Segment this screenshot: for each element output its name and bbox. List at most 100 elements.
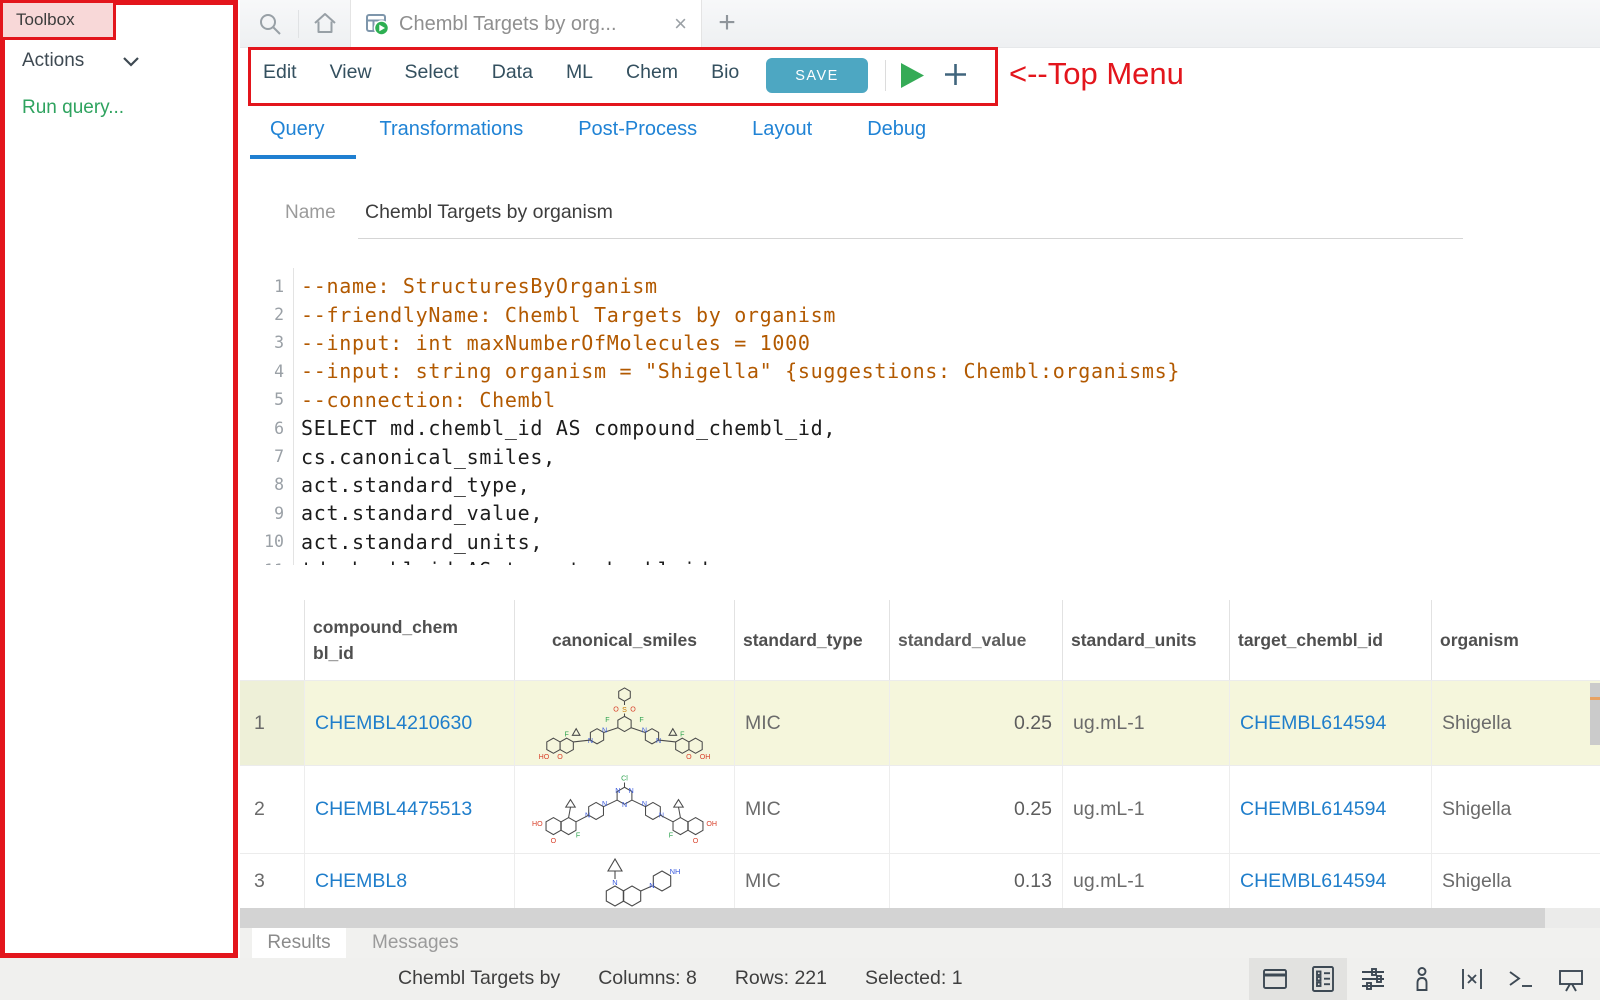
line-number: 9	[240, 504, 292, 523]
target-link[interactable]: CHEMBL614594	[1240, 870, 1386, 893]
svg-text:OH: OH	[706, 820, 717, 828]
active-tab-indicator	[250, 155, 356, 159]
column-header-target[interactable]: target_chembl_id	[1230, 600, 1432, 680]
svg-text:F: F	[576, 831, 581, 839]
status-summary: Chembl Targets by Columns: 8 Rows: 221 S…	[398, 967, 963, 990]
document-tab-strip: Chembl Targets by org... × +	[240, 0, 1600, 48]
column-header-smiles[interactable]: canonical_smiles	[515, 600, 735, 680]
actions-section-header[interactable]: Actions	[22, 50, 140, 72]
compound-link[interactable]: CHEMBL4475513	[315, 798, 472, 821]
molecule-cell: N N NH	[515, 854, 735, 908]
toolbox-panel: Actions Run query...	[0, 0, 240, 958]
add-plus-button[interactable]	[941, 60, 970, 89]
code-text: --friendlyName: Chembl Targets by organi…	[292, 303, 836, 327]
status-table-name: Chembl Targets by	[398, 967, 560, 990]
column-header-type[interactable]: standard_type	[735, 600, 890, 680]
code-text: act.standard_type,	[292, 473, 530, 497]
save-button[interactable]: SAVE	[766, 58, 868, 93]
top-menu-bar: Edit View Select Data ML Chem Bio	[263, 61, 739, 84]
line-number: 7	[240, 447, 292, 466]
svg-text:OH: OH	[700, 753, 711, 761]
current-row-scroll-marker	[1590, 697, 1600, 700]
compound-link[interactable]: CHEMBL4210630	[315, 712, 472, 735]
console-icon[interactable]	[1506, 964, 1536, 994]
table-row[interactable]: 1 CHEMBL4210630 S O O F F NN NN	[240, 680, 1600, 765]
column-header-value[interactable]: standard_value	[890, 600, 1063, 680]
svg-text:N: N	[649, 881, 654, 890]
menu-view[interactable]: View	[330, 61, 372, 84]
chevron-down-icon	[122, 55, 140, 68]
sql-code-editor[interactable]: 1--name: StructuresByOrganism 2--friendl…	[240, 272, 1580, 565]
standard-type-cell: MIC	[735, 766, 890, 853]
code-text: SELECT md.chembl_id AS compound_chembl_i…	[292, 416, 836, 440]
column-header-units[interactable]: standard_units	[1063, 600, 1230, 680]
tab-layout[interactable]: Layout	[752, 118, 812, 141]
menu-data[interactable]: Data	[492, 61, 533, 84]
table-row[interactable]: 2 CHEMBL4475513 Cl NNN NN NN	[240, 765, 1600, 853]
svg-text:N: N	[629, 786, 634, 794]
run-play-button[interactable]	[899, 61, 926, 90]
column-header-compound[interactable]: compound_chembl_id	[305, 600, 515, 680]
svg-text:F: F	[639, 716, 644, 724]
tab-post-process[interactable]: Post-Process	[578, 118, 697, 141]
tab-close-icon[interactable]: ×	[674, 11, 687, 37]
tab-debug[interactable]: Debug	[867, 118, 926, 141]
standard-value-cell: 0.13	[890, 854, 1063, 908]
target-link[interactable]: CHEMBL614594	[1240, 798, 1386, 821]
tab-messages[interactable]: Messages	[358, 928, 473, 958]
status-bar: Chembl Targets by Columns: 8 Rows: 221 S…	[0, 958, 1600, 1000]
line-number: 5	[240, 390, 292, 409]
horizontal-scrollbar[interactable]	[240, 908, 1600, 928]
code-text: --input: string organism = "Shigella" {s…	[292, 359, 1180, 383]
vertical-scrollbar-thumb[interactable]	[1590, 683, 1600, 745]
svg-text:O: O	[613, 706, 619, 714]
target-link[interactable]: CHEMBL614594	[1240, 712, 1386, 735]
svg-text:N: N	[602, 726, 607, 734]
help-person-icon[interactable]	[1408, 964, 1438, 994]
organism-cell: Shigella	[1432, 766, 1600, 853]
menu-chem[interactable]: Chem	[626, 61, 678, 84]
variables-icon[interactable]	[1458, 964, 1488, 994]
status-columns-count: Columns: 8	[598, 967, 697, 990]
tab-transformations[interactable]: Transformations	[379, 118, 523, 141]
tab-results[interactable]: Results	[252, 928, 346, 958]
code-line: 8act.standard_type,	[240, 471, 1580, 499]
menu-bio[interactable]: Bio	[711, 61, 739, 84]
menu-edit[interactable]: Edit	[263, 61, 297, 84]
tab-chembl-targets[interactable]: Chembl Targets by org... ×	[350, 0, 702, 48]
tab-query[interactable]: Query	[270, 118, 324, 141]
top-menu-annotation-label: <--Top Menu	[1009, 56, 1184, 92]
presentation-icon[interactable]	[1556, 964, 1586, 994]
svg-text:N: N	[642, 726, 647, 734]
code-text: cs.canonical_smiles,	[292, 445, 556, 469]
compound-link[interactable]: CHEMBL8	[315, 870, 407, 893]
svg-text:O: O	[557, 753, 563, 761]
code-line: 7cs.canonical_smiles,	[240, 442, 1580, 470]
svg-text:N: N	[602, 800, 607, 808]
table-row[interactable]: 3 CHEMBL8 N N NH MIC 0.13 ug.mL-1 CHEMBL…	[240, 853, 1600, 908]
code-line: 10act.standard_units,	[240, 528, 1580, 556]
tab-title: Chembl Targets by org...	[399, 13, 617, 36]
svg-text:Cl: Cl	[621, 774, 628, 782]
status-selected-count: Selected: 1	[865, 967, 963, 990]
column-header-organism[interactable]: organism	[1432, 600, 1600, 680]
standard-value-cell: 0.25	[890, 766, 1063, 853]
line-number: 3	[240, 333, 292, 352]
status-rows-count: Rows: 221	[735, 967, 827, 990]
menu-select[interactable]: Select	[405, 61, 459, 84]
menu-ml[interactable]: ML	[566, 61, 593, 84]
properties-panel-icon[interactable]	[1309, 964, 1339, 994]
scrollbar-thumb[interactable]	[240, 908, 1545, 928]
new-tab-button[interactable]: +	[710, 6, 744, 40]
standard-units-cell: ug.mL-1	[1063, 681, 1230, 765]
run-query-link[interactable]: Run query...	[22, 97, 124, 119]
windows-toggle-icon[interactable]	[1261, 964, 1291, 994]
toolbox-annotation-label: Toolbox	[0, 0, 116, 40]
molecule-structure: S O O F F NN NN F	[525, 684, 724, 762]
organism-cell: Shigella	[1432, 681, 1600, 765]
search-icon[interactable]	[258, 12, 282, 36]
settings-sliders-icon[interactable]	[1359, 964, 1389, 994]
home-icon[interactable]	[312, 11, 338, 36]
row-number-header	[240, 600, 305, 680]
name-field-input[interactable]: Chembl Targets by organism	[365, 201, 613, 224]
